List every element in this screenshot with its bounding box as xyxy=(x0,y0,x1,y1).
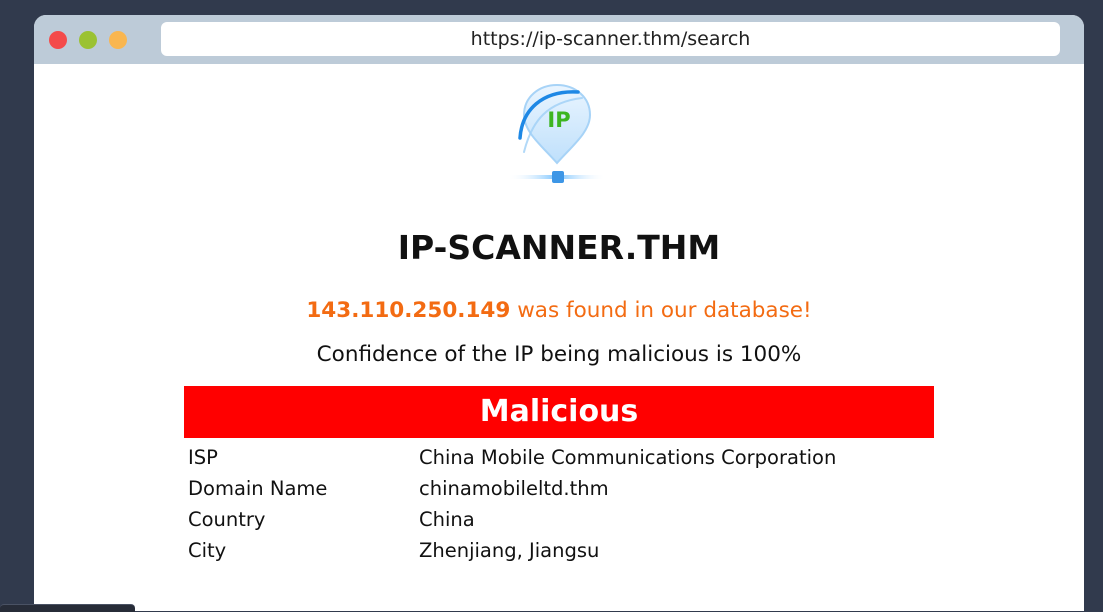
svg-text:IP: IP xyxy=(547,108,570,132)
ip-location-pin-logo-icon: IP xyxy=(508,83,606,183)
country-label: Country xyxy=(188,508,266,531)
browser-titlebar: https://ip-scanner.thm/search xyxy=(34,15,1084,64)
domain-name-value: chinamobileltd.thm xyxy=(419,477,609,500)
site-title: IP-SCANNER.THM xyxy=(397,228,721,267)
city-value: Zhenjiang, Jiangsu xyxy=(419,539,600,562)
table-row: Country China xyxy=(184,504,934,535)
country-value: China xyxy=(419,508,475,531)
search-result-message: 143.110.250.149 was found in our databas… xyxy=(34,298,1084,323)
domain-name-label: Domain Name xyxy=(188,477,328,500)
confidence-text: Confidence of the IP being malicious is … xyxy=(316,342,802,367)
searched-ip-address: 143.110.250.149 xyxy=(306,298,511,323)
table-row: City Zhenjiang, Jiangsu xyxy=(184,535,934,566)
browser-window: https://ip-scanner.thm/search IP IP-SCAN… xyxy=(34,15,1084,611)
isp-value: China Mobile Communications Corporation xyxy=(419,446,837,469)
verdict-banner: Malicious xyxy=(184,386,934,438)
ip-details-table: ISP China Mobile Communications Corporat… xyxy=(184,442,934,566)
maximize-window-button[interactable] xyxy=(109,31,127,49)
isp-label: ISP xyxy=(188,446,218,469)
table-row: ISP China Mobile Communications Corporat… xyxy=(184,442,934,473)
found-message-text: was found in our database! xyxy=(517,298,812,323)
minimize-window-button[interactable] xyxy=(79,31,97,49)
table-row: Domain Name chinamobileltd.thm xyxy=(184,473,934,504)
city-label: City xyxy=(188,539,227,562)
page-content: IP IP-SCANNER.THM 143.110.250.149 was fo… xyxy=(34,64,1084,611)
address-bar[interactable]: https://ip-scanner.thm/search xyxy=(161,22,1060,56)
close-window-button[interactable] xyxy=(49,31,67,49)
